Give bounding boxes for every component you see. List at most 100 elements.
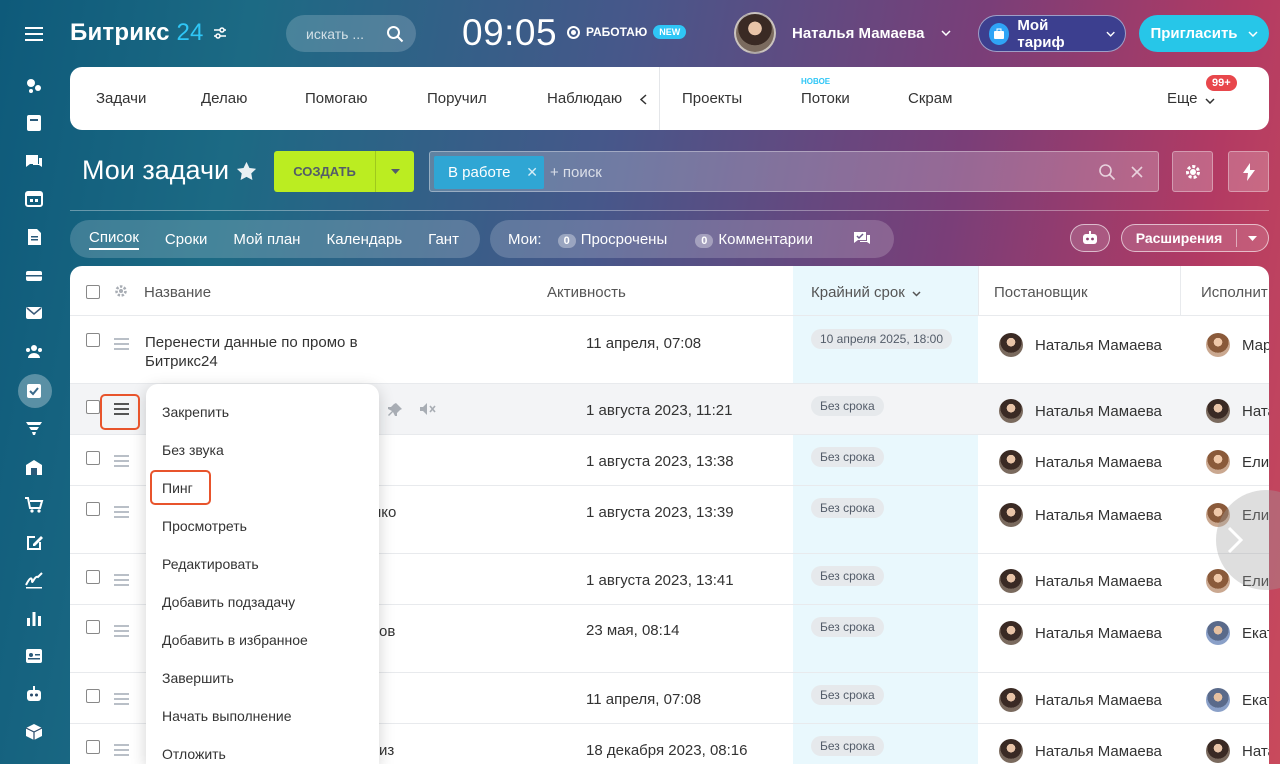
star-icon[interactable] <box>236 161 257 181</box>
gear-icon[interactable] <box>114 284 128 298</box>
row-checkbox[interactable] <box>86 451 100 465</box>
close-icon[interactable]: ✕ <box>526 164 538 181</box>
create-button[interactable]: СОЗДАТЬ <box>274 151 414 192</box>
extensions-dropdown[interactable] <box>1236 229 1268 247</box>
search-icon[interactable] <box>1098 163 1116 181</box>
search-input[interactable]: искать ... <box>286 15 416 52</box>
task-deadline[interactable]: Без срока <box>811 685 884 705</box>
view-deadlines[interactable]: Сроки <box>165 231 207 248</box>
clear-icon[interactable] <box>1130 165 1144 179</box>
task-deadline[interactable]: Без срока <box>811 447 884 467</box>
task-creator[interactable]: Наталья Мамаева <box>999 450 1162 474</box>
invite-button[interactable]: Пригласить <box>1139 15 1269 52</box>
task-executor[interactable]: Елиз <box>1206 450 1269 474</box>
task-executor[interactable]: Екат <box>1206 688 1269 712</box>
nav-more[interactable]: Еще <box>1167 90 1198 107</box>
robot-icon[interactable] <box>22 684 46 704</box>
overdue-counter[interactable]: 0 Просрочены <box>557 231 667 248</box>
row-menu-icon[interactable] <box>114 574 129 589</box>
task-creator[interactable]: Наталья Мамаева <box>999 688 1162 712</box>
store-icon[interactable] <box>22 457 46 477</box>
row-checkbox[interactable] <box>86 689 100 703</box>
col-creator[interactable]: Постановщик <box>994 284 1088 301</box>
menu-item-view[interactable]: Просмотреть <box>162 518 247 534</box>
row-menu-icon[interactable] <box>114 625 129 640</box>
menu-item-pin[interactable]: Закрепить <box>162 404 229 420</box>
task-deadline[interactable]: Без срока <box>811 396 884 416</box>
logo[interactable]: Битрикс 24 <box>70 19 204 47</box>
select-all-checkbox[interactable] <box>86 285 100 299</box>
work-status[interactable]: РАБОТАЮ NEW <box>567 25 687 39</box>
row-checkbox[interactable] <box>86 570 100 584</box>
extensions-button[interactable]: Расширения <box>1121 224 1269 252</box>
sign-icon[interactable] <box>22 570 46 590</box>
menu-item-defer[interactable]: Отложить <box>162 746 226 762</box>
task-creator[interactable]: Наталья Мамаева <box>999 621 1162 645</box>
edit-icon[interactable] <box>22 533 46 553</box>
nav-assigned[interactable]: Поручил <box>427 90 487 107</box>
chat-icon[interactable] <box>22 152 46 172</box>
task-creator[interactable]: Наталья Мамаева <box>999 399 1162 423</box>
row-menu-icon[interactable] <box>114 455 129 470</box>
comments-counter[interactable]: 0 Комментарии <box>695 231 813 248</box>
task-executor[interactable]: Екат <box>1206 621 1269 645</box>
mail-icon[interactable] <box>22 303 46 323</box>
task-name[interactable]: ов <box>379 622 395 641</box>
task-executor[interactable]: Мар <box>1206 333 1269 357</box>
task-creator[interactable]: Наталья Мамаева <box>999 503 1162 527</box>
clock[interactable]: 09:05 <box>462 12 557 54</box>
view-calendar[interactable]: Календарь <box>326 231 402 248</box>
nav-watching[interactable]: Наблюдаю <box>547 90 622 107</box>
row-menu-icon[interactable] <box>114 506 129 521</box>
mute-icon[interactable] <box>419 402 437 416</box>
menu-item-add-subtask[interactable]: Добавить подзадачу <box>162 594 295 610</box>
menu-item-mute[interactable]: Без звука <box>162 442 224 458</box>
col-name[interactable]: Название <box>144 284 211 301</box>
tariff-button[interactable]: Мой тариф <box>978 15 1126 52</box>
col-deadline[interactable]: Крайний срок <box>811 284 905 301</box>
col-executor[interactable]: Исполнит <box>1201 284 1268 301</box>
task-deadline[interactable]: Без срока <box>811 566 884 586</box>
nav-scrum[interactable]: Скрам <box>908 90 952 107</box>
menu-item-add-favorite[interactable]: Добавить в избранное <box>162 632 308 648</box>
create-dropdown[interactable] <box>375 151 414 192</box>
row-checkbox[interactable] <box>86 333 100 347</box>
cart-icon[interactable] <box>22 495 46 515</box>
nav-tasks[interactable]: Задачи <box>96 90 146 107</box>
news-icon[interactable] <box>22 113 46 133</box>
read-all-icon[interactable] <box>853 231 871 247</box>
row-checkbox[interactable] <box>86 620 100 634</box>
pin-icon[interactable] <box>387 402 403 418</box>
drive-icon[interactable] <box>22 265 46 285</box>
row-checkbox[interactable] <box>86 400 100 414</box>
view-plan[interactable]: Мой план <box>233 231 300 248</box>
tasks-icon[interactable] <box>22 381 46 401</box>
feed-icon[interactable] <box>22 76 46 96</box>
row-menu-icon[interactable] <box>114 744 129 759</box>
filter-chip[interactable]: В работе ✕ <box>434 156 544 189</box>
task-creator[interactable]: Наталья Мамаева <box>999 569 1162 593</box>
analytics-icon[interactable] <box>22 608 46 628</box>
chevron-left-icon[interactable] <box>640 94 647 105</box>
task-creator[interactable]: Наталья Мамаева <box>999 739 1162 763</box>
task-executor[interactable]: Ната <box>1206 399 1269 423</box>
robots-button[interactable] <box>1070 224 1110 252</box>
table-row[interactable]: Перенести данные по промо в Битрикс24 11… <box>70 316 1269 383</box>
user-menu[interactable]: Наталья Мамаева <box>734 12 951 54</box>
filter-search[interactable]: В работе ✕ + поиск <box>429 151 1159 192</box>
nav-doing[interactable]: Делаю <box>201 90 247 107</box>
col-activity[interactable]: Активность <box>547 284 626 301</box>
row-menu-icon[interactable] <box>114 693 129 708</box>
menu-item-complete[interactable]: Завершить <box>162 670 234 686</box>
calendar-icon[interactable] <box>22 188 46 208</box>
settings-toggle-icon[interactable] <box>213 26 227 40</box>
menu-item-start[interactable]: Начать выполнение <box>162 708 292 724</box>
nav-projects[interactable]: Проекты <box>682 90 742 107</box>
task-deadline[interactable]: Без срока <box>811 736 884 756</box>
task-creator[interactable]: Наталья Мамаева <box>999 333 1162 357</box>
automation-button[interactable] <box>1228 151 1269 192</box>
row-menu-icon[interactable] <box>114 338 129 353</box>
menu-icon[interactable] <box>22 24 46 44</box>
contacts-icon[interactable] <box>22 646 46 666</box>
task-executor[interactable]: Ната <box>1206 739 1269 763</box>
